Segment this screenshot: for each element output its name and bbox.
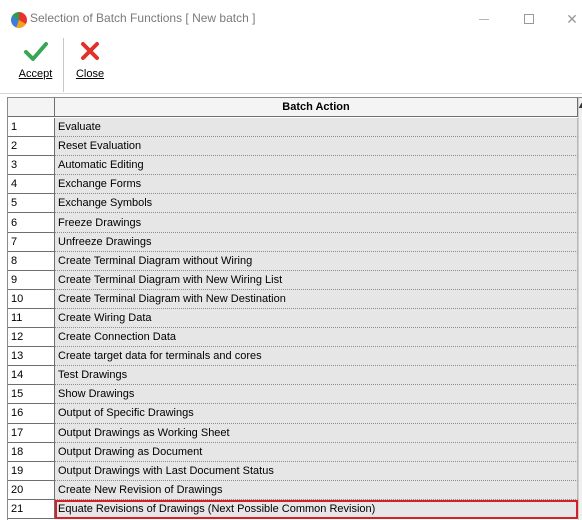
table-row[interactable]: 16 Output of Specific Drawings xyxy=(8,404,578,424)
row-number-cell: 1 xyxy=(8,118,55,138)
window-title: Selection of Batch Functions [ New batch… xyxy=(30,11,256,25)
row-number-cell: 4 xyxy=(8,175,55,195)
batch-action-cell[interactable]: Freeze Drawings xyxy=(55,213,578,233)
batch-action-cell[interactable]: Show Drawings xyxy=(55,385,578,405)
close-label: Close xyxy=(75,68,105,80)
table-row[interactable]: 15 Show Drawings xyxy=(8,385,578,405)
table-row[interactable]: 14 Test Drawings xyxy=(8,366,578,386)
row-number-cell: 15 xyxy=(8,385,55,405)
row-number-cell: 19 xyxy=(8,461,55,481)
row-number-cell: 14 xyxy=(8,366,55,386)
row-number-cell: 10 xyxy=(8,289,55,309)
maximize-button[interactable] xyxy=(509,6,549,32)
batch-action-cell[interactable]: Equate Revisions of Drawings (Next Possi… xyxy=(55,499,578,519)
table-row[interactable]: 2 Reset Evaluation xyxy=(8,137,578,157)
table-row[interactable]: 11 Create Wiring Data xyxy=(8,308,578,329)
row-number-cell: 7 xyxy=(8,232,55,252)
batch-action-grid: Batch Action 1 Evaluate 2 Reset Evaluation 3… xyxy=(7,97,582,520)
table-row[interactable]: 13 Create target data for terminals and c… xyxy=(8,347,578,367)
batch-action-cell[interactable]: Create New Revision of Drawings xyxy=(55,480,578,500)
table-row[interactable]: 4 Exchange Forms xyxy=(8,175,578,195)
batch-action-cell[interactable]: Exchange Symbols xyxy=(55,194,578,214)
table-row[interactable]: 9 Create Terminal Diagram with New Wiring… xyxy=(8,270,578,290)
row-number-cell: 13 xyxy=(8,347,55,367)
row-number-cell: 17 xyxy=(8,423,55,443)
batch-action-cell[interactable]: Reset Evaluation xyxy=(55,137,578,157)
table-row[interactable]: 12 Create Connection Data xyxy=(8,328,578,348)
table-body: 1 Evaluate 2 Reset Evaluation 3 Automatic Edi… xyxy=(8,118,578,519)
batch-action-cell[interactable]: Test Drawings xyxy=(55,366,578,386)
row-number-cell: 11 xyxy=(8,308,55,329)
close-icon: ✕ xyxy=(566,10,578,27)
row-number-cell: 8 xyxy=(8,251,55,271)
batch-action-cell[interactable]: Create Terminal Diagram with New Destina… xyxy=(55,289,578,309)
x-icon xyxy=(81,42,99,60)
maximize-icon xyxy=(524,14,534,24)
batch-action-cell[interactable]: Create Wiring Data xyxy=(55,308,578,329)
table-row[interactable]: 21 Equate Revisions of Drawings (Next Pos… xyxy=(8,499,578,519)
row-number-cell: 9 xyxy=(8,270,55,290)
batch-action-cell[interactable]: Unfreeze Drawings xyxy=(55,232,578,252)
close-button[interactable]: Close xyxy=(68,38,112,92)
title-bar: Selection of Batch Functions [ New batch… xyxy=(0,0,582,34)
accept-label: Accept xyxy=(18,68,53,80)
table-row[interactable]: 10 Create Terminal Diagram with New Desti… xyxy=(8,289,578,309)
table-row[interactable]: 3 Automatic Editing xyxy=(8,156,578,176)
row-number-cell: 18 xyxy=(8,442,55,462)
batch-action-cell[interactable]: Create Terminal Diagram without Wiring xyxy=(55,251,578,271)
table-row[interactable]: 7 Unfreeze Drawings xyxy=(8,232,578,252)
batch-action-cell[interactable]: Output Drawing as Document xyxy=(55,442,578,462)
batch-action-cell[interactable]: Create target data for terminals and cor… xyxy=(55,347,578,367)
batch-action-cell[interactable]: Output Drawings as Working Sheet xyxy=(55,423,578,443)
accept-button[interactable]: Accept xyxy=(8,38,64,92)
scroll-up-icon[interactable]: ▲ xyxy=(577,100,582,110)
row-number-cell: 5 xyxy=(8,194,55,214)
row-number-cell: 6 xyxy=(8,213,55,233)
window-close-button[interactable]: ✕ xyxy=(552,6,582,32)
row-number-cell: 2 xyxy=(8,137,55,157)
row-number-cell: 20 xyxy=(8,480,55,500)
row-number-header xyxy=(8,98,55,117)
row-number-cell: 12 xyxy=(8,328,55,348)
table-row[interactable]: 17 Output Drawings as Working Sheet xyxy=(8,423,578,443)
table-row[interactable]: 20 Create New Revision of Drawings xyxy=(8,480,578,500)
batch-action-header-label: Batch Action xyxy=(282,101,350,113)
row-number-cell: 16 xyxy=(8,404,55,424)
batch-action-cell[interactable]: Output of Specific Drawings xyxy=(55,404,578,424)
table-row[interactable]: 6 Freeze Drawings xyxy=(8,213,578,233)
minimize-button[interactable] xyxy=(464,6,504,32)
batch-action-cell[interactable]: Output Drawings with Last Document Statu… xyxy=(55,461,578,481)
batch-action-cell[interactable]: Exchange Forms xyxy=(55,175,578,195)
table-row[interactable]: 18 Output Drawing as Document xyxy=(8,442,578,462)
table-row[interactable]: 19 Output Drawings with Last Document Sta… xyxy=(8,461,578,481)
vertical-scrollbar[interactable]: ▲ xyxy=(577,98,582,520)
row-number-cell: 21 xyxy=(8,499,55,519)
batch-action-cell[interactable]: Automatic Editing xyxy=(55,156,578,176)
row-number-cell: 3 xyxy=(8,156,55,176)
batch-action-cell[interactable]: Create Connection Data xyxy=(55,328,578,348)
checkmark-icon xyxy=(23,42,48,61)
table-row[interactable]: 8 Create Terminal Diagram without Wiring xyxy=(8,251,578,271)
colorful-globe-icon xyxy=(11,12,27,28)
batch-action-cell[interactable]: Evaluate xyxy=(55,118,578,138)
toolbar: Accept Close xyxy=(0,34,582,94)
batch-action-cell[interactable]: Create Terminal Diagram with New Wiring … xyxy=(55,270,578,290)
table-row[interactable]: 1 Evaluate xyxy=(8,118,578,138)
batch-action-header[interactable]: Batch Action xyxy=(55,98,578,117)
minimize-icon xyxy=(479,18,489,20)
table-row[interactable]: 5 Exchange Symbols xyxy=(8,194,578,214)
